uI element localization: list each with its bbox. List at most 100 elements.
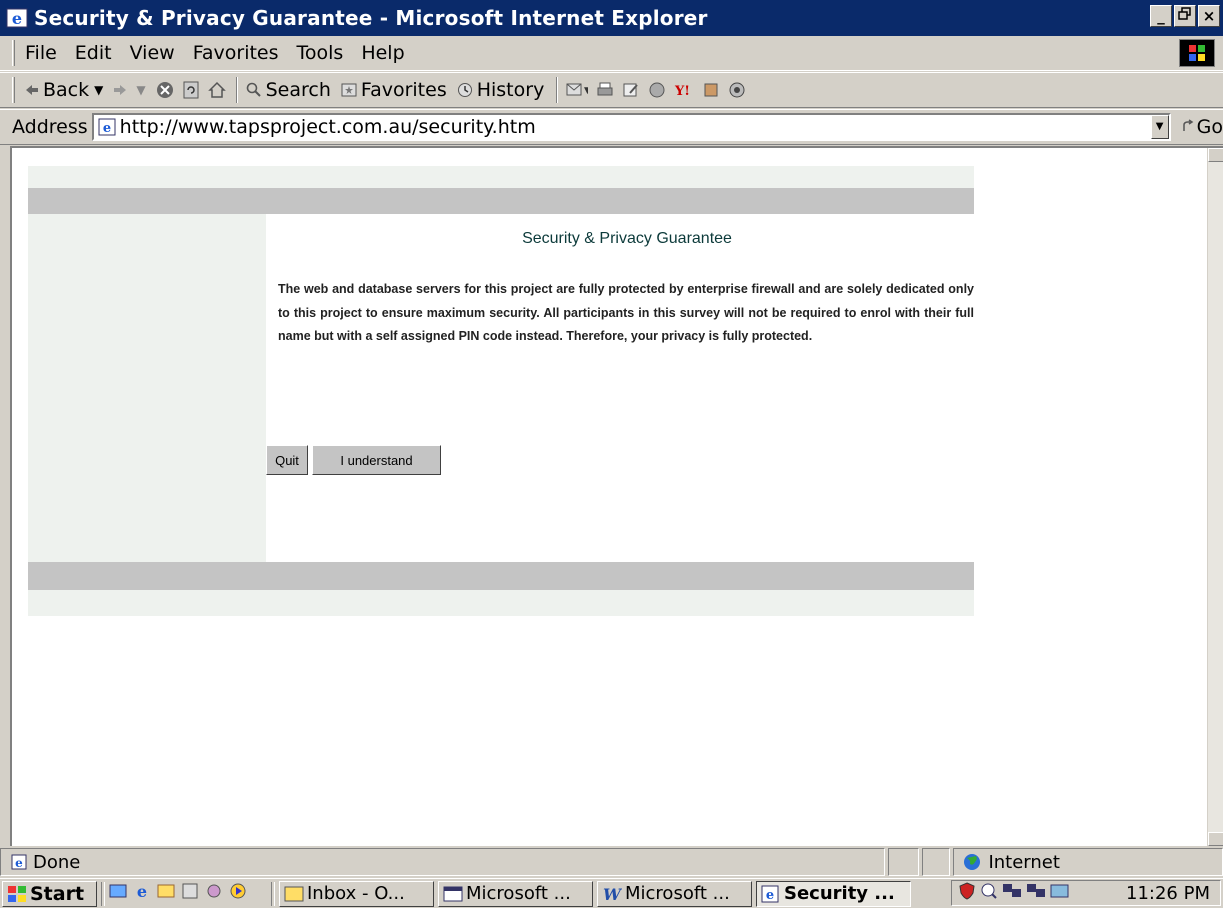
realplayer-icon[interactable] [728,81,746,99]
refresh-icon[interactable] [182,81,200,99]
quickplayer-launch-icon[interactable] [205,882,223,905]
globe-icon [964,854,981,870]
tray-app-icon[interactable] [980,882,998,905]
network-icon[interactable] [1026,882,1046,905]
task-label: Microsoft ... [625,883,730,904]
svg-text:Y!: Y! [674,84,690,99]
menu-bar: File Edit View Favorites Tools Help [0,36,1223,71]
mail-icon[interactable]: ▼ [566,81,588,99]
print-icon[interactable] [596,81,614,99]
svg-text:e: e [766,888,774,903]
favorites-icon [341,83,357,97]
forward-dropdown-icon[interactable]: ▼ [136,83,145,97]
back-label: Back [43,79,90,101]
task-label: Security ... [784,883,895,904]
show-desktop-icon[interactable] [109,882,127,905]
security-zone: Internet [953,848,1223,876]
status-progress-cell [887,848,920,876]
bottom-light-band [28,590,974,616]
stop-icon[interactable] [156,81,174,99]
search-button[interactable]: Search [246,79,331,101]
antivirus-icon[interactable] [958,881,976,905]
yahoo-icon[interactable]: Y! [674,81,694,99]
security-statement: The web and database servers for this pr… [278,282,974,343]
menu-favorites[interactable]: Favorites [193,42,279,64]
go-button[interactable]: Go [1181,116,1223,138]
taskbar: Start e Inbox - O... Microsoft ... W Mic… [0,878,1223,908]
system-tray: 11:26 PM [951,880,1221,906]
channels-launch-icon[interactable] [181,882,199,905]
status-bar: e Done Internet [0,847,1223,877]
messenger-icon[interactable] [702,81,720,99]
scroll-up-arrow-icon[interactable] [1208,148,1223,162]
media-launch-icon[interactable] [229,882,247,905]
search-icon [246,82,261,97]
discuss-icon[interactable] [648,81,666,99]
main-content: Security & Privacy Guarantee The web and… [266,214,974,562]
taskbar-separator [101,881,105,906]
menu-view[interactable]: View [130,42,175,64]
windows-flag-icon [8,885,26,902]
svg-text:e: e [103,121,111,136]
search-label: Search [265,79,331,101]
minimize-button[interactable]: _ [1150,5,1172,27]
top-light-band [28,166,974,188]
inbox-icon [284,886,304,901]
clock: 11:26 PM [1126,882,1210,904]
back-arrow-icon [26,85,38,95]
forward-button[interactable]: ▼ [113,83,146,97]
svg-text:e: e [137,882,147,900]
start-button[interactable]: Start [2,880,97,907]
task-microsoft-1[interactable]: Microsoft ... [438,880,593,907]
quick-launch: e [109,882,247,905]
back-dropdown-icon[interactable]: ▼ [94,83,103,97]
home-icon[interactable] [207,81,226,99]
edit-icon[interactable] [622,81,640,99]
go-arrow-icon [1182,119,1193,131]
address-url: http://www.tapsproject.com.au/security.h… [119,116,536,138]
network-icon[interactable] [1002,882,1022,905]
standard-toolbar: Back ▼ ▼ Search Favorites History ▼ Y! [0,72,1223,108]
vertical-scrollbar[interactable] [1207,148,1223,846]
quit-button[interactable]: Quit [266,445,308,475]
scroll-down-arrow-icon[interactable] [1208,832,1223,846]
toolbar-separator [235,77,238,103]
svg-text:W: W [603,885,622,903]
taskbar-separator [271,881,275,906]
task-microsoft-2[interactable]: W Microsoft ... [597,880,752,907]
toolbar-separator [556,77,559,103]
menu-file[interactable]: File [25,42,57,64]
window-title: Security & Privacy Guarantee - Microsoft… [34,6,708,30]
address-label: Address [12,116,88,138]
menu-help[interactable]: Help [361,42,404,64]
outlook-launch-icon[interactable] [157,882,175,905]
task-label: Microsoft ... [466,883,571,904]
go-label: Go [1196,116,1223,138]
browser-viewport[interactable]: Security & Privacy Guarantee The web and… [10,146,1223,846]
maximize-button[interactable] [1174,5,1196,27]
ie-launch-icon[interactable]: e [133,882,151,905]
menu-tools[interactable]: Tools [297,42,344,64]
history-icon [457,83,472,97]
app-window-icon [443,886,463,901]
address-dropdown-icon[interactable]: ▼ [1150,115,1169,139]
i-understand-button[interactable]: I understand [312,445,441,475]
svg-text:e: e [15,856,23,870]
favorites-button[interactable]: Favorites [341,79,447,101]
close-button[interactable]: × [1198,5,1220,27]
messenger-tray-icon[interactable] [1050,882,1070,905]
history-button[interactable]: History [457,79,544,101]
menu-grip [12,40,15,66]
windows-logo-icon [1179,39,1215,67]
page-title: Security & Privacy Guarantee [522,230,732,247]
left-sidebar-column [28,214,266,562]
bottom-gray-band [28,562,974,590]
task-inbox[interactable]: Inbox - O... [279,880,434,907]
window-title-bar[interactable]: e Security & Privacy Guarantee - Microso… [0,0,1223,36]
menu-edit[interactable]: Edit [75,42,112,64]
task-security[interactable]: e Security ... [756,880,911,907]
svg-text:▼: ▼ [584,86,588,96]
address-input[interactable]: e http://www.tapsproject.com.au/security… [91,113,1171,141]
back-button[interactable]: Back ▼ [25,79,103,101]
favorites-label: Favorites [360,79,447,101]
